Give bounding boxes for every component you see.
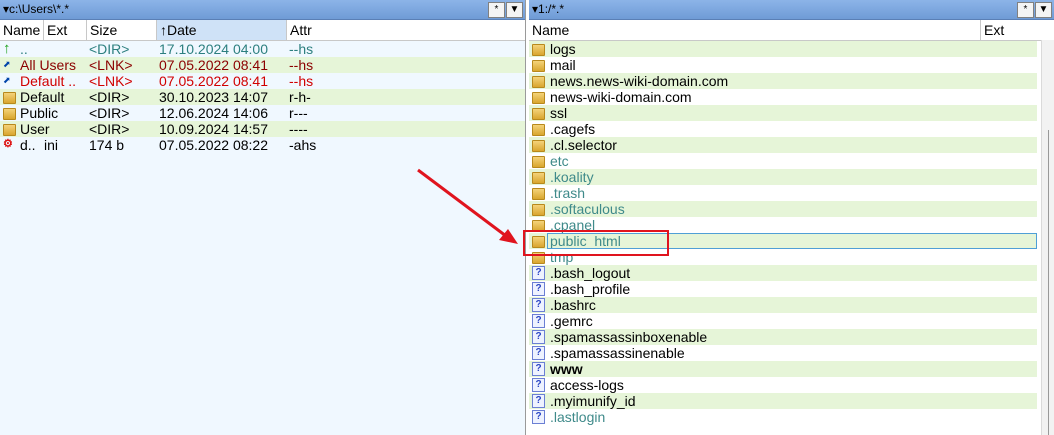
annotation-arrow [417, 168, 518, 244]
